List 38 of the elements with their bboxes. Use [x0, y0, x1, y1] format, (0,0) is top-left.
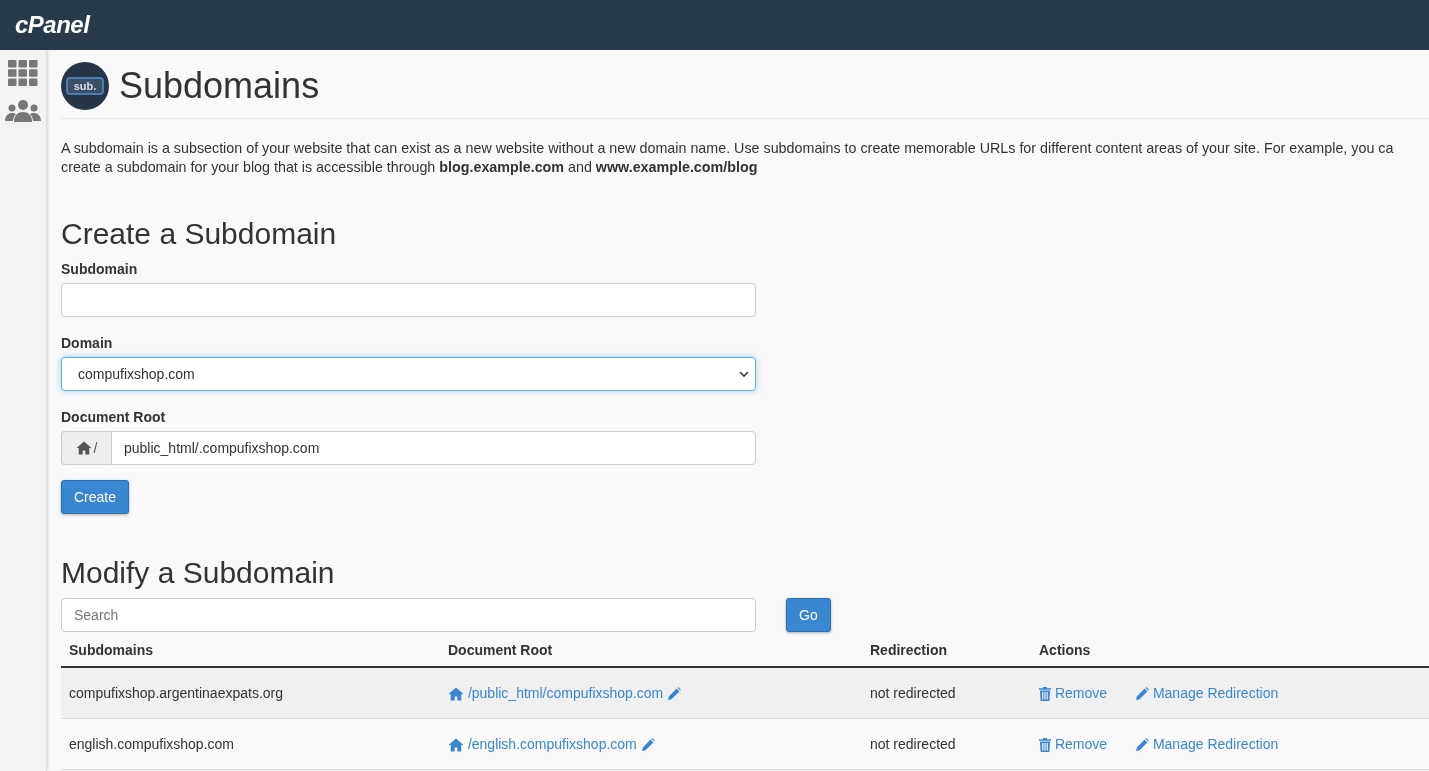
document-root-link[interactable]: /public_html/compufixshop.com: [448, 684, 664, 701]
create-button[interactable]: Create: [61, 480, 130, 514]
section-heading: Modify a Subdomain: [61, 556, 336, 590]
trash-icon: [1039, 738, 1051, 753]
home-icon: [448, 738, 464, 753]
home-icon: [448, 687, 464, 702]
table-cell: compufixshop.argentinaexpats.org: [61, 667, 440, 719]
document-root-field[interactable]: public_html/.compufixshop.com: [111, 431, 756, 465]
pencil-icon: [667, 687, 682, 702]
users-icon[interactable]: [5, 100, 41, 122]
go-button[interactable]: Go: [786, 598, 831, 632]
section-heading: Create a Subdomain: [61, 217, 338, 251]
pencil-icon: [1135, 687, 1150, 702]
remove-link[interactable]: Remove: [1039, 735, 1108, 752]
field-label: Domain: [61, 335, 114, 351]
trash-icon: [1039, 687, 1051, 702]
field-label: Subdomain: [61, 261, 139, 277]
logo[interactable]: cPanel: [15, 11, 90, 39]
manage-redirection-link[interactable]: Manage Redirection: [1135, 735, 1279, 752]
subdomain-field[interactable]: [61, 283, 756, 317]
pencil-icon: [1135, 738, 1150, 753]
search-field[interactable]: Search: [61, 598, 756, 632]
table-cell: not redirected: [862, 718, 1031, 770]
grid-icon[interactable]: [8, 60, 38, 86]
page-title: Subdomains: [119, 65, 320, 107]
remove-link[interactable]: Remove: [1039, 684, 1108, 701]
table-cell: english.compufixshop.com: [61, 718, 440, 770]
field-label: Document Root: [61, 409, 167, 425]
table-cell: not redirected: [862, 667, 1031, 719]
caret-icon: [739, 371, 749, 377]
logo-text: sub.: [65, 77, 105, 95]
document-root-link[interactable]: /english.compufixshop.com: [448, 735, 637, 752]
path-prefix: /: [61, 431, 111, 465]
manage-redirection-link[interactable]: Manage Redirection: [1135, 684, 1279, 701]
home-icon: [75, 441, 92, 455]
description-text: A subdomain is a subsection of your website that can exist as a new website without a new domain name. Use subdomains to create memorable URLs for different content areas of your site. For example, you ca create a subdomain for your blog that is accessible through blog.example.com and www.example.com/blog: [61, 139, 1395, 177]
pencil-icon: [640, 738, 655, 753]
domain-dropdown[interactable]: compufixshop.com: [61, 357, 756, 391]
